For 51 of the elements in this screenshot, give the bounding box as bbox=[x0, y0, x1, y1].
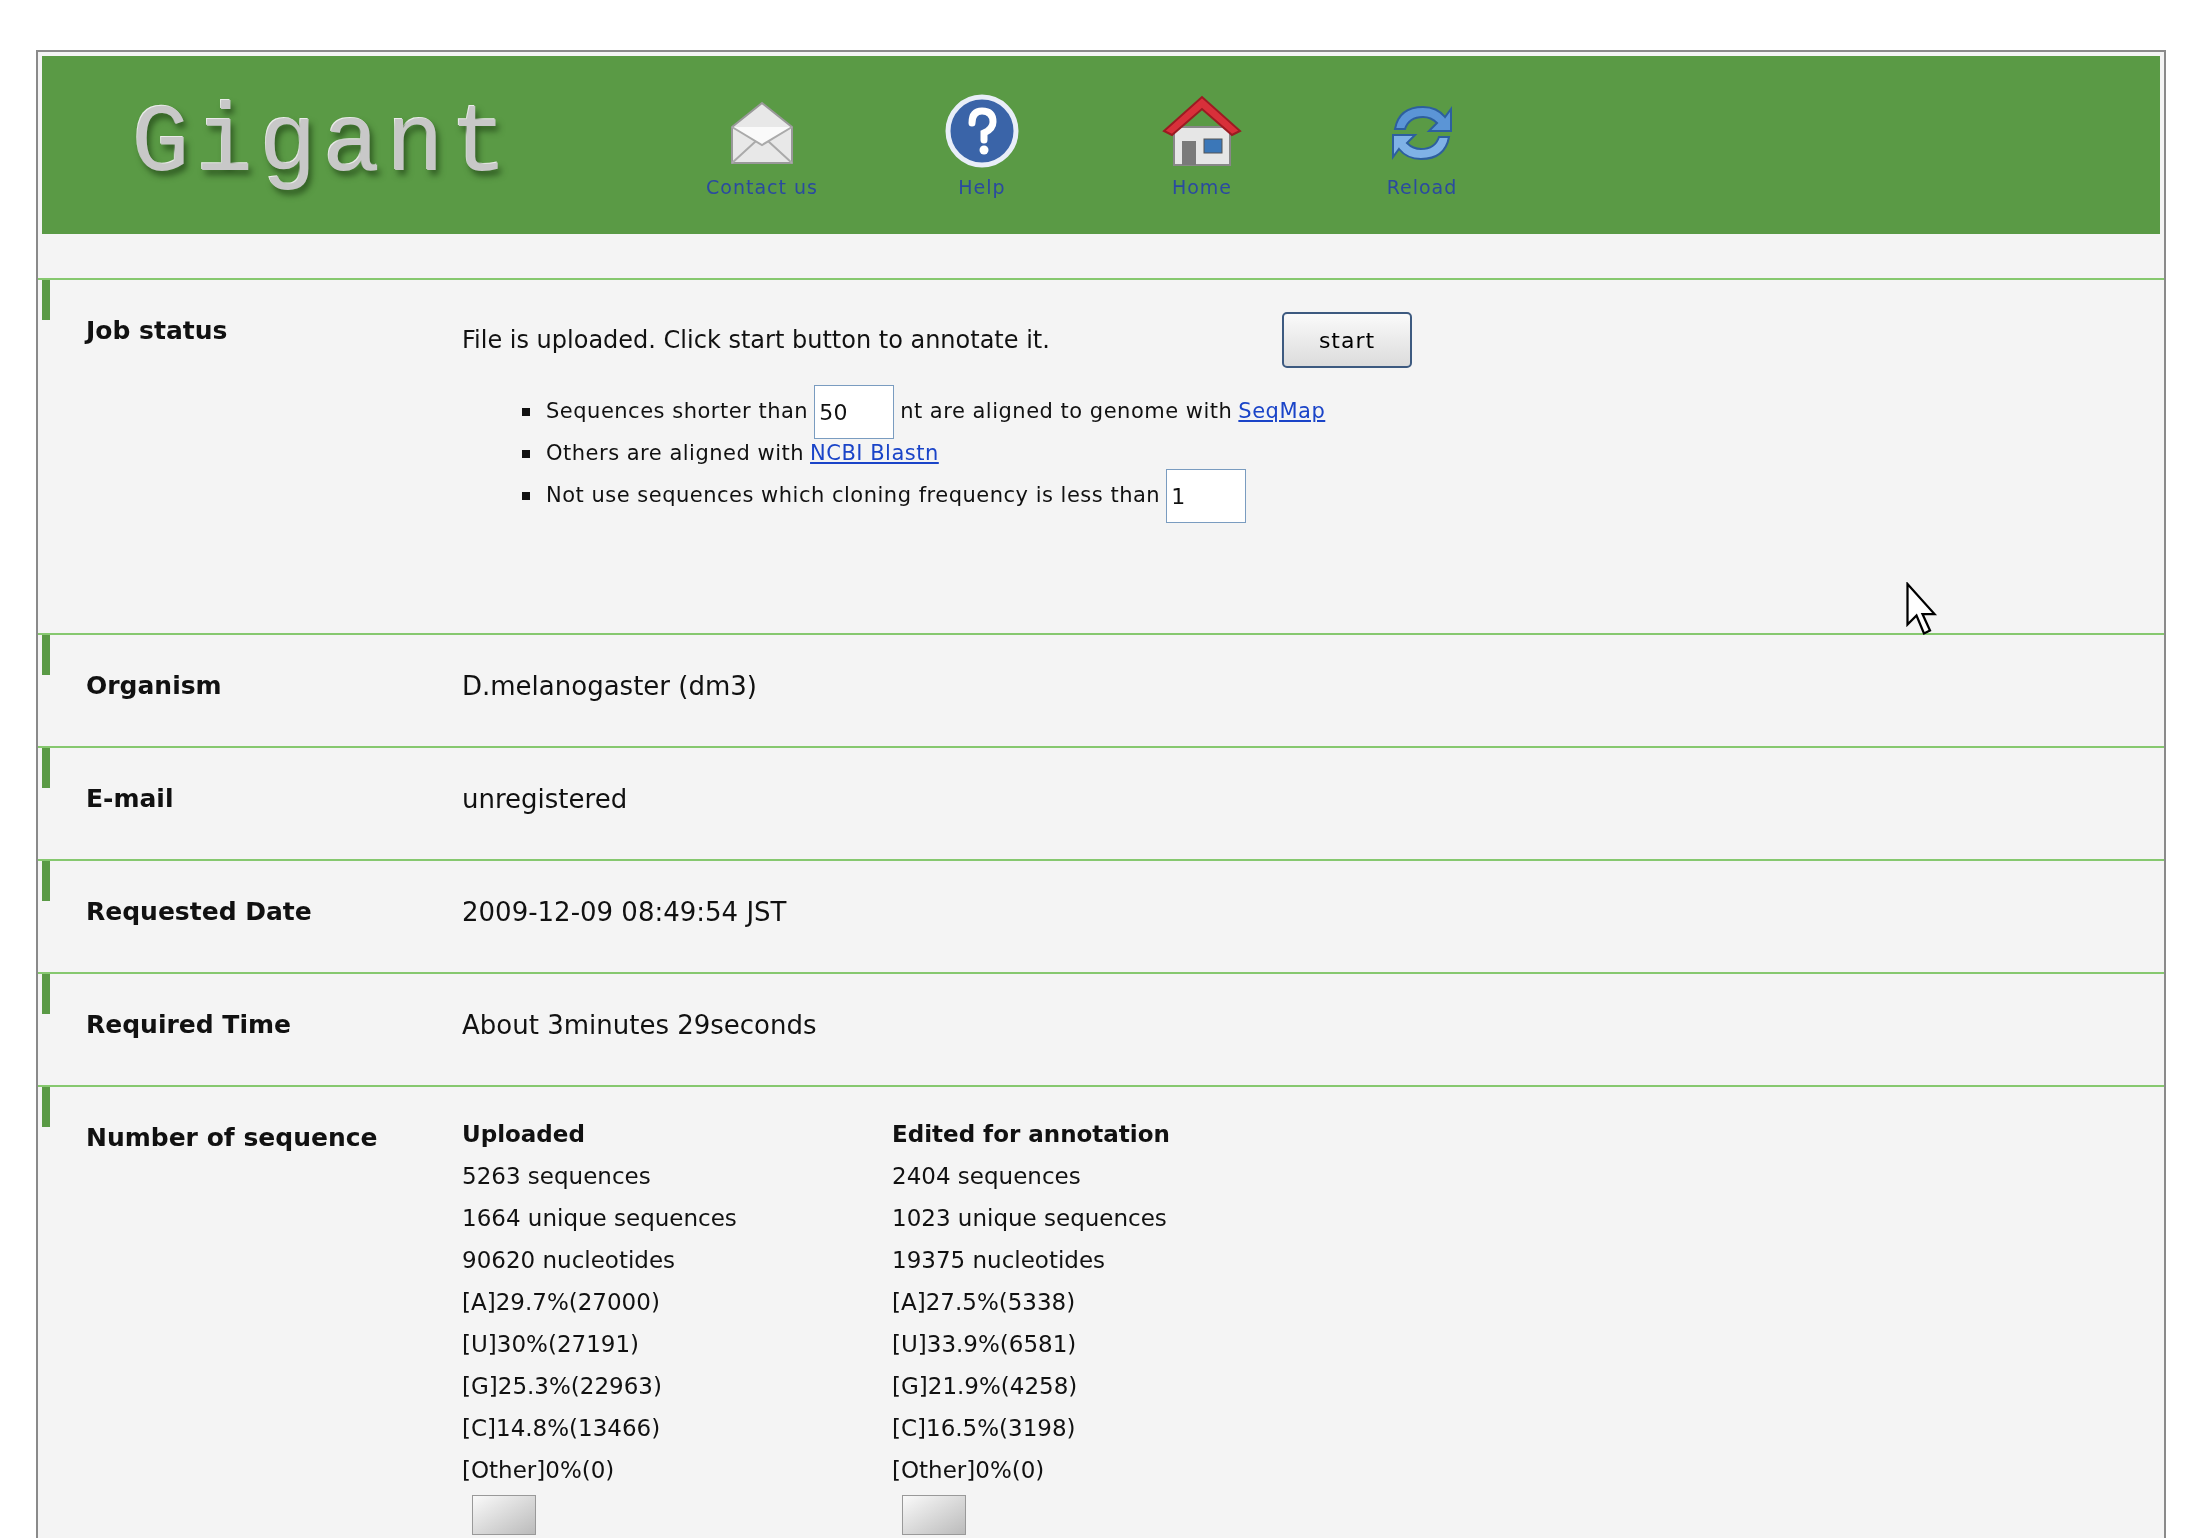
option-text: nt are aligned to genome with bbox=[900, 398, 1233, 426]
sequence-stat: [A]29.7%(27000) bbox=[462, 1288, 661, 1317]
row-label: Job status bbox=[86, 316, 228, 345]
start-button[interactable]: start bbox=[1282, 312, 1412, 368]
tool-link[interactable]: NCBI Blastn bbox=[810, 438, 939, 470]
thumbnail-button[interactable] bbox=[902, 1495, 966, 1535]
sequence-stat: [U]30%(27191) bbox=[462, 1330, 640, 1359]
row-label: Number of sequence bbox=[86, 1123, 378, 1152]
sequence-stat: 5263 sequences bbox=[462, 1162, 652, 1191]
input-field[interactable]: 50 bbox=[814, 385, 895, 439]
row-marker bbox=[42, 861, 50, 901]
site-logo: Gigant bbox=[132, 89, 515, 201]
option-text: Sequences shorter than bbox=[546, 398, 809, 426]
input-field[interactable]: 1 bbox=[1166, 469, 1247, 523]
sequence-stat: [C]16.5%(3198) bbox=[892, 1414, 1077, 1443]
row-label: Required Time bbox=[86, 1010, 291, 1039]
row-marker bbox=[42, 974, 50, 1014]
tool-link[interactable]: SeqMap bbox=[1238, 396, 1326, 428]
thumbnail-button[interactable] bbox=[472, 1495, 536, 1535]
row-marker bbox=[42, 748, 50, 788]
row-value: unregistered bbox=[462, 784, 628, 814]
row-marker bbox=[42, 1087, 50, 1127]
row-label: E-mail bbox=[86, 784, 174, 813]
sequence-stat: [Other]0%(0) bbox=[892, 1456, 1046, 1485]
sequence-stat: 90620 nucleotides bbox=[462, 1246, 677, 1275]
sequence-stat: 1023 unique sequences bbox=[892, 1204, 1168, 1233]
row-value: 2009-12-09 08:49:54 JST bbox=[462, 897, 787, 927]
sequence-stat: 2404 sequences bbox=[892, 1162, 1082, 1191]
sequence-stat: [A]27.5%(5338) bbox=[892, 1288, 1077, 1317]
sequence-stat: [U]33.9%(6581) bbox=[892, 1330, 1078, 1359]
bullet-icon bbox=[522, 408, 530, 416]
row-marker bbox=[42, 280, 50, 320]
column-heading: Uploaded bbox=[462, 1120, 586, 1149]
option-text: Not use sequences which cloning frequency is less than bbox=[546, 482, 1161, 510]
help-icon bbox=[944, 92, 1020, 169]
sequence-stat: 19375 nucleotides bbox=[892, 1246, 1107, 1275]
row-marker bbox=[42, 635, 50, 675]
sequence-stat: [C]14.8%(13466) bbox=[462, 1414, 662, 1443]
sequence-stat: 1664 unique sequences bbox=[462, 1204, 738, 1233]
bullet-icon bbox=[522, 450, 530, 458]
sequence-stat: [Other]0%(0) bbox=[462, 1456, 616, 1485]
status-message: File is uploaded. Click start button to annotate it. bbox=[462, 325, 1051, 356]
row-value: D.melanogaster (dm3) bbox=[462, 671, 757, 701]
sequence-stat: [G]21.9%(4258) bbox=[892, 1372, 1079, 1401]
row-value: About 3minutes 29seconds bbox=[462, 1010, 817, 1040]
column-heading: Edited for annotation bbox=[892, 1120, 1171, 1149]
bullet-icon bbox=[522, 492, 530, 500]
sequence-stat: [G]25.3%(22963) bbox=[462, 1372, 663, 1401]
option-text: Others are aligned with bbox=[546, 440, 805, 468]
row-label: Requested Date bbox=[86, 897, 312, 926]
row-label: Organism bbox=[86, 671, 222, 700]
